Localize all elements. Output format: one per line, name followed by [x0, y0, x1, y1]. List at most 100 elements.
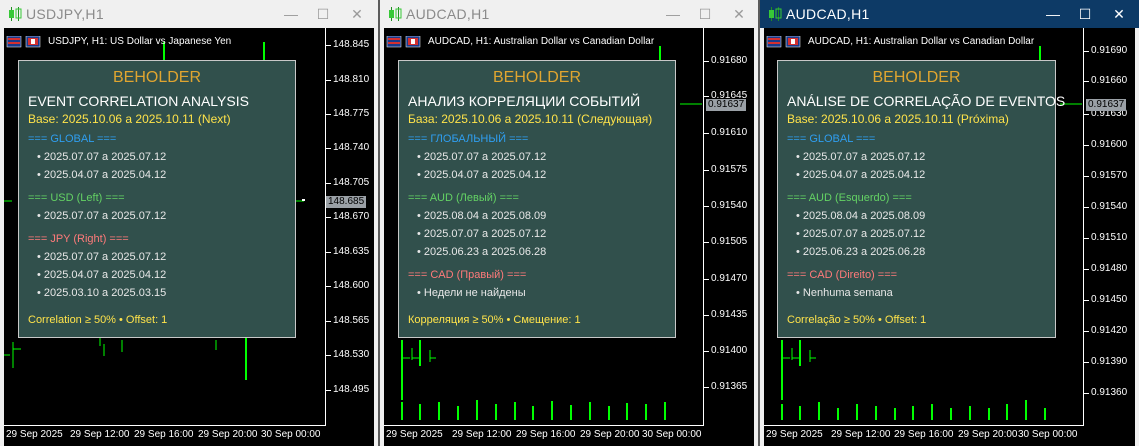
time-label: 29 Sep 20:00 — [580, 429, 640, 440]
window-titlebar[interactable]: AUDCAD,H1 — ☐ ✕ — [380, 0, 758, 28]
close-button[interactable]: ✕ — [346, 4, 368, 24]
beholder-panel: BEHOLDER АНАЛИЗ КОРРЕЛЯЦИИ СОБЫТИЙ База:… — [398, 60, 676, 338]
plot-area[interactable]: AUDCAD, H1: Australian Dollar vs Canadia… — [764, 28, 1084, 426]
time-label: 29 Sep 16:00 — [894, 429, 954, 440]
price-tick-label: 148.495 — [333, 384, 370, 395]
price-tick-label: 0.91365 — [711, 381, 748, 392]
price-tick-label: 148.565 — [333, 315, 370, 326]
price-tick-label: 0.91600 — [1091, 139, 1128, 150]
time-label: 29 Sep 16:00 — [516, 429, 576, 440]
price-tick-mark — [1084, 362, 1089, 363]
section-left-title: === AUD (Левый) === — [408, 192, 519, 204]
price-tick-label: 0.91420 — [1091, 325, 1128, 336]
price-tick-label: 0.91680 — [711, 55, 748, 66]
panel-brand: BEHOLDER — [872, 69, 961, 86]
price-tick-mark — [326, 355, 331, 356]
price-tick-mark — [326, 390, 331, 391]
price-tick-label: 0.91575 — [711, 164, 748, 175]
price-tick-mark — [1084, 238, 1089, 239]
time-label: 29 Sep 20:00 — [958, 429, 1018, 440]
price-tick-mark — [1084, 393, 1089, 394]
current-price-tag: 148.685 — [326, 196, 367, 208]
plot-area[interactable]: AUDCAD, H1: Australian Dollar vs Canadia… — [384, 28, 704, 426]
list-item: • 2025.07.07 a 2025.07.12 — [796, 151, 926, 163]
price-tick-mark — [326, 217, 331, 218]
chart-window-1[interactable]: USDJPY,H1 — ☐ ✕ USDJPY, H1: US Dollar vs… — [0, 0, 378, 446]
list-item: • 2025.07.07 a 2025.07.12 — [417, 228, 547, 240]
price-tick-label: 0.91400 — [711, 345, 748, 356]
section-right-title: === CAD (Правый) === — [408, 269, 527, 281]
price-tick-label: 0.91510 — [1091, 232, 1128, 243]
price-tick-mark — [1084, 81, 1089, 82]
maximize-button[interactable]: ☐ — [1074, 4, 1096, 24]
price-tick-mark — [704, 133, 709, 134]
close-button[interactable]: ✕ — [1108, 4, 1130, 24]
window-titlebar[interactable]: USDJPY,H1 — ☐ ✕ — [0, 0, 378, 28]
price-tick-mark — [1084, 300, 1089, 301]
time-label: 29 Sep 2025 — [766, 429, 823, 440]
price-tick-mark — [704, 96, 709, 97]
price-tick-mark — [326, 183, 331, 184]
candlestick-chart-icon — [9, 7, 22, 21]
panel-footer: Correlação ≥ 50% • Offset: 1 — [787, 314, 927, 326]
section-right-title: === JPY (Right) === — [28, 233, 129, 245]
beholder-panel: BEHOLDER ANÁLISE DE CORRELAÇÃO DE EVENTO… — [777, 60, 1065, 338]
price-tick-label: 148.530 — [333, 349, 370, 360]
price-tick-mark — [326, 252, 331, 253]
price-tick-label: 0.91480 — [1091, 263, 1128, 274]
panel-heading: ANÁLISE DE CORRELAÇÃO DE EVENTOS — [787, 93, 1066, 109]
symbol-flag-icons — [6, 36, 41, 48]
minimize-button[interactable]: — — [280, 4, 302, 24]
price-tick-label: 0.91660 — [1091, 75, 1128, 86]
price-tick-label: 0.91570 — [1091, 170, 1128, 181]
price-tick-mark — [704, 206, 709, 207]
maximize-button[interactable]: ☐ — [312, 4, 334, 24]
panel-heading: EVENT CORRELATION ANALYSIS — [28, 93, 249, 109]
list-item: • 2025.07.07 a 2025.07.12 — [796, 228, 926, 240]
window-titlebar[interactable]: AUDCAD,H1 — ☐ ✕ — [760, 0, 1139, 28]
section-left-title: === AUD (Esquerdo) === — [787, 192, 912, 204]
current-price-tag: 0.91637 — [1086, 99, 1127, 111]
candlestick-chart-icon — [769, 7, 782, 21]
window-title: AUDCAD,H1 — [786, 6, 870, 22]
minimize-button[interactable]: — — [1042, 4, 1064, 24]
section-right-title: === CAD (Direito) === — [787, 269, 898, 281]
price-tick-label: 148.740 — [333, 142, 370, 153]
list-item: • 2025.08.04 a 2025.08.09 — [796, 210, 926, 222]
price-tick-mark — [1084, 114, 1089, 115]
list-item: • 2025.03.10 a 2025.03.15 — [37, 287, 167, 299]
list-item: • 2025.04.07 a 2025.04.12 — [37, 269, 167, 281]
price-tick-label: 0.91540 — [711, 200, 748, 211]
list-item: • 2025.07.07 a 2025.07.12 — [37, 210, 167, 222]
time-label: 30 Sep 00:00 — [642, 429, 702, 440]
chart-window-3[interactable]: AUDCAD,H1 — ☐ ✕ AUDCAD, H1: Australian D… — [760, 0, 1139, 446]
price-tick-mark — [704, 242, 709, 243]
time-label: 30 Sep 00:00 — [1018, 429, 1078, 440]
list-item: • Nenhuma semana — [796, 287, 893, 299]
section-global-title: === ГЛОБАЛЬНЫЙ === — [408, 133, 529, 145]
chart-area[interactable]: USDJPY, H1: US Dollar vs Japanese Yen BE… — [4, 28, 374, 446]
price-tick-mark — [326, 321, 331, 322]
plot-area[interactable]: USDJPY, H1: US Dollar vs Japanese Yen BE… — [4, 28, 326, 426]
minimize-button[interactable]: — — [662, 4, 684, 24]
chart-area[interactable]: AUDCAD, H1: Australian Dollar vs Canadia… — [384, 28, 754, 446]
price-tick-label: 0.91435 — [711, 309, 748, 320]
price-tick-label: 0.91450 — [1091, 294, 1128, 305]
price-tick-label: 148.635 — [333, 246, 370, 257]
list-item: • 2025.04.07 a 2025.04.12 — [796, 169, 926, 181]
price-tick-mark — [1084, 331, 1089, 332]
close-button[interactable]: ✕ — [728, 4, 750, 24]
price-tick-mark — [1084, 269, 1089, 270]
panel-heading: АНАЛИЗ КОРРЕЛЯЦИИ СОБЫТИЙ — [408, 93, 641, 109]
price-tick-mark — [704, 315, 709, 316]
chart-area[interactable]: AUDCAD, H1: Australian Dollar vs Canadia… — [764, 28, 1135, 446]
chart-window-2[interactable]: AUDCAD,H1 — ☐ ✕ AUDCAD, H1: Australian D… — [380, 0, 758, 446]
price-tick-mark — [326, 286, 331, 287]
symbol-description: AUDCAD, H1: Australian Dollar vs Canadia… — [428, 36, 655, 47]
list-item: • 2025.04.07 a 2025.04.12 — [417, 169, 547, 181]
panel-footer: Correlation ≥ 50% • Offset: 1 — [28, 314, 168, 326]
maximize-button[interactable]: ☐ — [694, 4, 716, 24]
list-item: • 2025.04.07 a 2025.04.12 — [37, 169, 167, 181]
list-item: • 2025.07.07 a 2025.07.12 — [417, 151, 547, 163]
panel-brand: BEHOLDER — [112, 69, 202, 86]
